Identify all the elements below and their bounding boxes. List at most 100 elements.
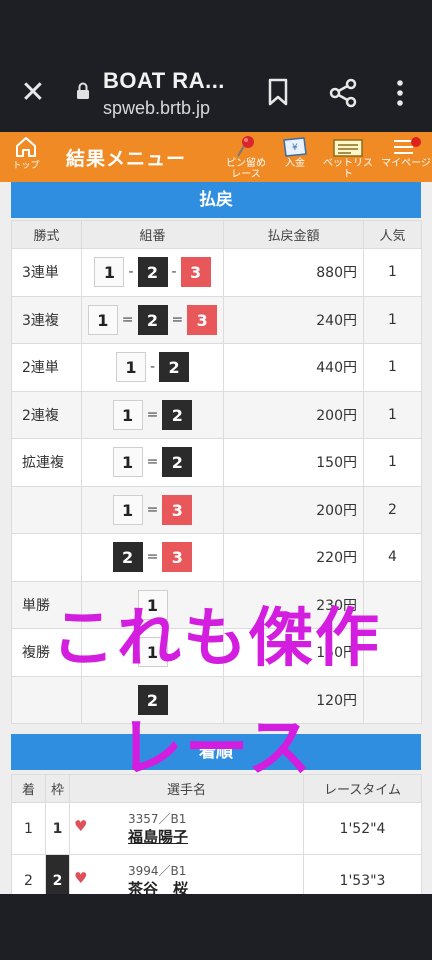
- payout-amount: 230円: [223, 580, 364, 629]
- bet-type: [11, 675, 82, 724]
- popularity: 1: [363, 343, 422, 392]
- bet-type: [11, 533, 82, 582]
- popularity: [363, 675, 422, 724]
- boat-number-badge: 3: [162, 494, 193, 525]
- nav-item-label: マイページ: [381, 158, 431, 169]
- nav-home[interactable]: トップ: [6, 136, 46, 180]
- popularity: 2: [363, 485, 422, 534]
- boat-number-badge: 1: [115, 352, 146, 383]
- bet-type: 2連複: [11, 390, 82, 439]
- result-table: 着 枠 選手名 レースタイム 1 1 ♥ 3357／B1 福島陽子 1'52"4 2 2 ♥ 39…: [11, 774, 422, 894]
- popularity: 1: [363, 295, 422, 344]
- combination: 1 = 3: [81, 485, 224, 534]
- payout-row: 単勝 1 230円: [11, 580, 422, 629]
- boat-number-badge: 1: [112, 494, 143, 525]
- racer-cell: ♥ 3357／B1 福島陽子: [69, 802, 304, 855]
- racer-cell: ♥ 3994／B1 茶谷 桜: [69, 854, 304, 895]
- nav-item-deposit[interactable]: ¥ 入金: [277, 134, 313, 180]
- bet-type: 単勝: [11, 580, 82, 629]
- payout-row: 2連複 1 = 2 200円 1: [11, 390, 422, 439]
- race-time: 1'52"4: [303, 802, 422, 855]
- favorite-heart-icon[interactable]: ♥: [74, 869, 87, 887]
- home-icon: [16, 137, 36, 157]
- payout-table: 勝式 組番 払戻金額 人気 3連単 1-2-3 880円 1 3連複 1 = 2 = 3 240円 1…: [11, 220, 422, 724]
- bet-type: 複勝: [11, 628, 82, 677]
- payout-row: 2 = 3 220円 4: [11, 533, 422, 582]
- finish-position: 2: [11, 854, 46, 894]
- payout-amount: 150円: [223, 438, 364, 487]
- racer-name-link[interactable]: 茶谷 桜: [128, 879, 303, 895]
- payout-row: 3連単 1-2-3 880円 1: [11, 248, 422, 297]
- column-header: 人気: [363, 220, 422, 249]
- column-header: 着: [11, 774, 46, 803]
- bet-type: 2連単: [11, 343, 82, 392]
- racer-name-link[interactable]: 福島陽子: [128, 827, 303, 847]
- favorite-heart-icon[interactable]: ♥: [74, 817, 87, 835]
- payout-row: 拡連複 1 = 2 150円 1: [11, 438, 422, 487]
- column-header: 払戻金額: [223, 220, 364, 249]
- boat-number-badge: 1: [94, 257, 125, 288]
- url-host[interactable]: spweb.brtb.jp: [103, 98, 210, 119]
- payout-amount: 200円: [223, 485, 364, 534]
- payout-heading: 払戻: [11, 182, 421, 218]
- nav-item-betlist[interactable]: ベットリスト: [320, 134, 376, 180]
- popularity: 1: [363, 390, 422, 439]
- column-header: 組番: [81, 220, 224, 249]
- page-title[interactable]: BOAT RA...: [103, 68, 225, 94]
- popularity: 1: [363, 248, 422, 297]
- payout-row: 1 = 3 200円 2: [11, 485, 422, 534]
- combination: 1 = 2: [81, 438, 224, 487]
- popularity: [363, 628, 422, 677]
- result-row: 2 2 ♥ 3994／B1 茶谷 桜 1'53"3: [11, 854, 422, 895]
- frame-number: 2: [45, 854, 70, 894]
- payout-amount: 880円: [223, 248, 364, 297]
- combination: 1: [81, 628, 224, 677]
- more-vert-icon[interactable]: [392, 78, 408, 108]
- payout-amount: 120円: [223, 675, 364, 724]
- column-header: 勝式: [11, 220, 82, 249]
- popularity: 1: [363, 438, 422, 487]
- boat-number-badge: 3: [180, 257, 211, 288]
- deposit-icon: ¥: [283, 137, 307, 157]
- share-icon[interactable]: [328, 78, 358, 108]
- boat-number-badge: 1: [112, 399, 143, 430]
- svg-text:¥: ¥: [292, 143, 298, 153]
- combination-separator: =: [146, 549, 159, 566]
- nav-item-pin[interactable]: ピン留め レース: [222, 134, 270, 180]
- combination: 1: [81, 580, 224, 629]
- popularity: 4: [363, 533, 422, 582]
- close-icon[interactable]: ✕: [18, 78, 48, 108]
- status-bar: [0, 0, 432, 60]
- boat-number-badge: 2: [137, 684, 168, 715]
- combination-separator: =: [146, 501, 159, 518]
- combination-separator: -: [128, 264, 134, 281]
- boat-number-badge: 1: [112, 447, 143, 478]
- race-time: 1'53"3: [303, 854, 422, 894]
- payout-row: 2連単 1-2 440円 1: [11, 343, 422, 392]
- combination-separator: -: [171, 264, 177, 281]
- column-header: レースタイム: [303, 774, 422, 803]
- payout-row: 2 120円: [11, 675, 422, 724]
- browser-toolbar: ✕ BOAT RA... spweb.brtb.jp: [0, 60, 432, 132]
- payout-amount: 150円: [223, 628, 364, 677]
- popularity: [363, 580, 422, 629]
- payout-amount: 440円: [223, 343, 364, 392]
- bookmark-icon[interactable]: [266, 78, 290, 106]
- boat-number-badge: 2: [137, 257, 168, 288]
- boat-number-badge: 2: [137, 304, 168, 335]
- combination: 1-2-3: [81, 248, 224, 297]
- boat-number-badge: 2: [162, 447, 193, 478]
- boat-number-badge: 2: [112, 542, 143, 573]
- racer-registration: 3357／B1: [128, 811, 187, 826]
- nav-item-mypage[interactable]: マイページ: [380, 134, 432, 180]
- nav-item-label: ベットリスト: [323, 158, 373, 180]
- page-content: トップ 結果メニュー ピン留め レース ¥ 入金 ベットリスト マイページ 払戻…: [0, 132, 432, 894]
- bet-type: 拡連複: [11, 438, 82, 487]
- combination-separator: =: [121, 311, 134, 328]
- combination: 1 = 2 = 3: [81, 295, 224, 344]
- boat-number-badge: 3: [162, 542, 193, 573]
- bet-type: 3連単: [11, 248, 82, 297]
- lock-icon: [77, 82, 89, 99]
- combination: 2 = 3: [81, 533, 224, 582]
- site-navbar: トップ 結果メニュー ピン留め レース ¥ 入金 ベットリスト マイページ: [0, 132, 432, 182]
